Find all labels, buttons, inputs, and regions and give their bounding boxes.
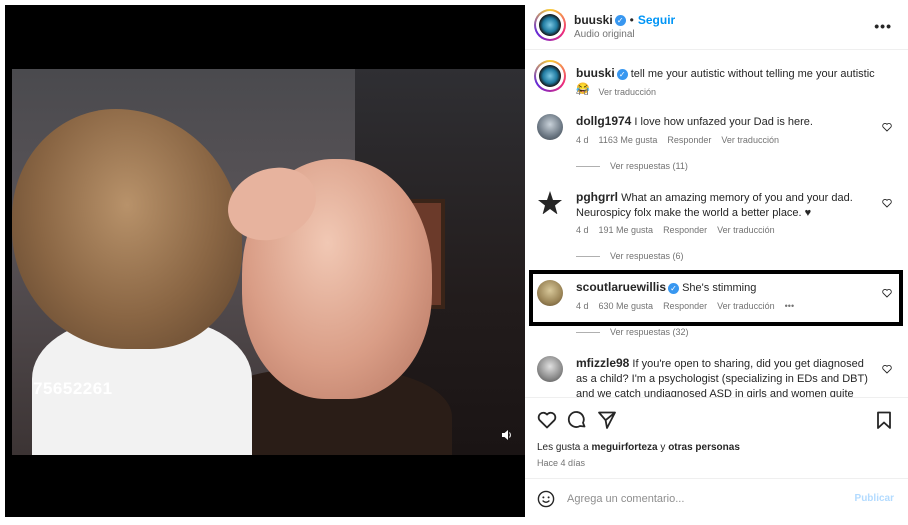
comment-likes[interactable]: 1163 Me gusta — [599, 135, 658, 145]
video-panel[interactable]: 75652261 — [5, 5, 525, 517]
video-child-hair — [12, 109, 242, 349]
star-icon[interactable] — [537, 190, 563, 216]
share-icon[interactable] — [597, 410, 617, 430]
likes-prefix: Les gusta a — [537, 442, 589, 453]
verified-icon: ✓ — [614, 15, 626, 27]
comment-username[interactable]: mfizzle98 — [576, 356, 629, 370]
comment-text: What an amazing memory of you and your d… — [576, 192, 853, 219]
comment-text-row: pghgrrl What an amazing memory of you an… — [576, 190, 876, 221]
caption-avatar[interactable] — [534, 60, 566, 92]
comment-username[interactable]: dollg1974 — [576, 114, 631, 128]
comment-text-row: dollg1974 I love how unfazed your Dad is… — [576, 114, 876, 130]
verified-icon: ✓ — [616, 68, 628, 80]
reply-button[interactable]: Responder — [667, 135, 711, 145]
video-overlay-number: 75652261 — [33, 379, 113, 398]
caption-time[interactable]: 4 d — [576, 87, 589, 97]
publish-button[interactable]: Publicar — [855, 493, 894, 504]
comment-avatar[interactable] — [537, 114, 563, 140]
header-dot: • — [629, 13, 634, 27]
header-username[interactable]: buuski — [574, 13, 613, 27]
likes-user-link[interactable]: meguirforteza — [592, 442, 658, 453]
view-replies-label: Ver respuestas (6) — [610, 251, 684, 261]
header-username-row: buuski ✓ • Seguir — [574, 13, 675, 27]
comment-time[interactable]: 4 d — [576, 135, 589, 145]
view-replies-button[interactable]: Ver respuestas (32) — [576, 327, 689, 337]
caption-translate-link[interactable]: Ver traducción — [599, 87, 657, 97]
video-frame[interactable]: 75652261 — [12, 69, 525, 455]
like-icon[interactable] — [537, 410, 557, 430]
emoji-icon[interactable] — [537, 490, 555, 508]
bookmark-icon[interactable] — [874, 410, 894, 430]
comment-likes[interactable]: 191 Me gusta — [599, 225, 654, 235]
view-replies-button[interactable]: Ver respuestas (6) — [576, 251, 684, 261]
post-side-panel: buuski ✓ • Seguir Audio original ••• buuski… — [525, 0, 908, 525]
likes-summary: Les gusta a meguirforteza y otras person… — [537, 442, 740, 453]
comment-username[interactable]: pghgrrl — [576, 190, 618, 204]
more-options-icon[interactable]: ••• — [874, 18, 892, 34]
speaker-icon[interactable] — [501, 429, 513, 441]
translate-link[interactable]: Ver traducción — [717, 225, 775, 235]
view-replies-label: Ver respuestas (32) — [610, 327, 689, 337]
caption-username[interactable]: buuski — [576, 66, 615, 80]
comment-meta: 4 d 1163 Me gusta Responder Ver traducción — [576, 135, 789, 145]
heart-icon[interactable] — [882, 198, 892, 208]
post-timestamp[interactable]: Hace 4 días — [537, 458, 585, 468]
comment-text: I love how unfazed your Dad is here. — [634, 116, 813, 128]
heart-icon[interactable] — [882, 364, 892, 374]
likes-joiner: y — [660, 442, 666, 453]
comment-composer: Publicar — [525, 478, 908, 520]
highlight-box — [529, 270, 903, 326]
comment-time[interactable]: 4 d — [576, 225, 589, 235]
comment-avatar[interactable] — [537, 356, 563, 382]
view-replies-label: Ver respuestas (11) — [610, 161, 688, 171]
comment-text-row: mfizzle98 If you're open to sharing, did… — [576, 356, 876, 397]
view-replies-button[interactable]: Ver respuestas (11) — [576, 161, 688, 171]
caption-meta: 4 d Ver traducción — [576, 87, 666, 97]
avatar[interactable] — [534, 9, 566, 41]
comment-icon[interactable] — [567, 410, 587, 430]
comment-input[interactable] — [567, 490, 837, 508]
follow-button[interactable]: Seguir — [638, 13, 675, 27]
heart-icon[interactable] — [882, 122, 892, 132]
comment-meta: 4 d 191 Me gusta Responder Ver traducción — [576, 225, 785, 235]
audio-label[interactable]: Audio original — [574, 29, 635, 40]
likes-others-link[interactable]: otras personas — [668, 442, 740, 453]
reply-button[interactable]: Responder — [663, 225, 707, 235]
translate-link[interactable]: Ver traducción — [721, 135, 779, 145]
post-header: buuski ✓ • Seguir Audio original ••• — [525, 0, 908, 50]
comments-list[interactable]: buuski ✓ tell me your autistic without te… — [525, 52, 908, 397]
action-bar: Les gusta a meguirforteza y otras person… — [525, 397, 908, 477]
